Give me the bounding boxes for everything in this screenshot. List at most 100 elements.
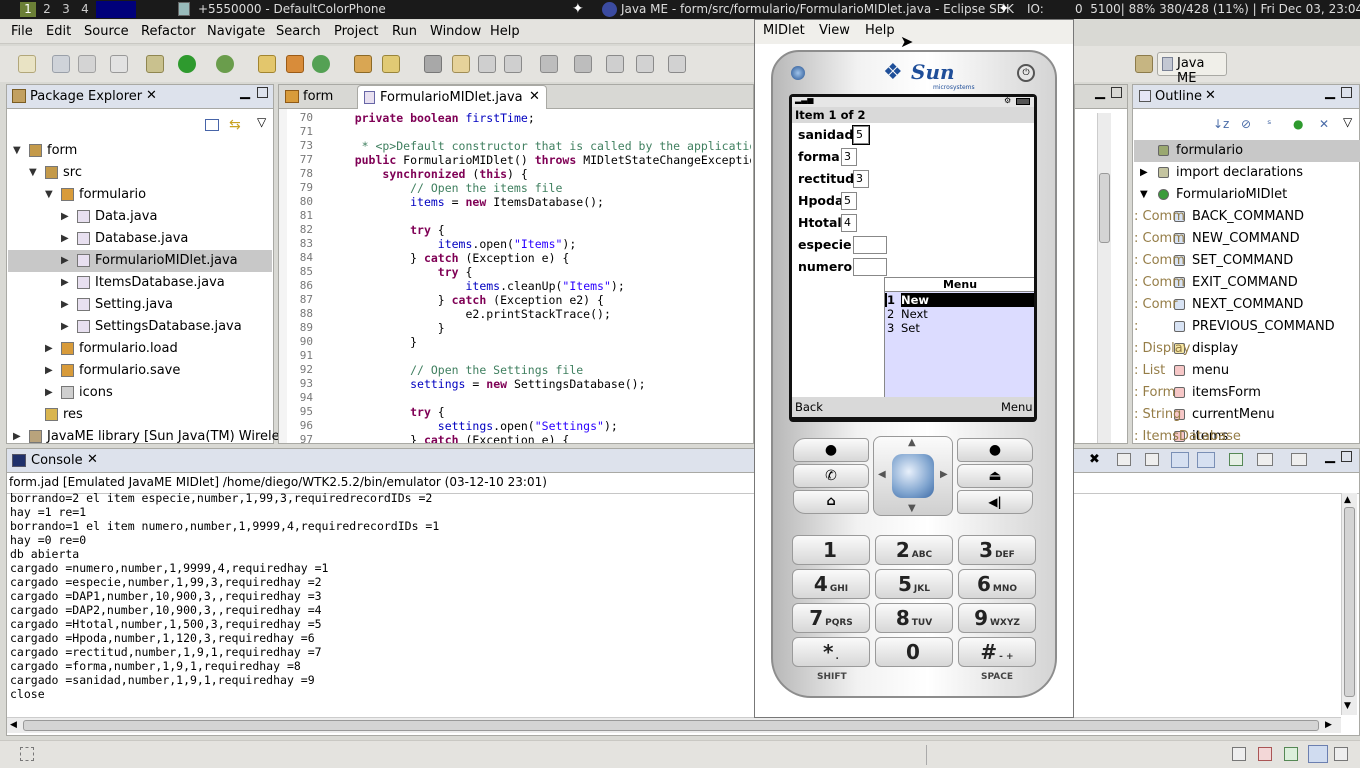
menu-file[interactable]: File	[11, 24, 33, 39]
run-icon[interactable]	[178, 55, 196, 73]
scroll-lock-icon[interactable]	[1171, 452, 1189, 468]
form-field-input[interactable]: 4	[841, 214, 857, 232]
end-call-button[interactable]: ⏏	[957, 464, 1033, 488]
expand-right-icon[interactable]: ▶	[13, 426, 21, 448]
key-5[interactable]: 5 JKL	[875, 569, 953, 599]
outline-item[interactable]: ▶ import declarations	[1134, 162, 1360, 184]
tree-file-formulariomidlet[interactable]: ▶ FormularioMIDlet.java	[8, 250, 272, 272]
menu-view[interactable]: View	[819, 23, 850, 38]
close-icon[interactable]: ✕	[87, 452, 98, 467]
form-field-input[interactable]: 3	[853, 170, 869, 188]
minimize-icon[interactable]: ▁	[1325, 85, 1335, 100]
search-icon[interactable]	[382, 55, 400, 73]
expand-right-icon[interactable]: ▶	[45, 360, 53, 382]
menu-popup-item[interactable]: 2 Next	[885, 307, 1034, 321]
tree-package-load[interactable]: ▶ formulario.load	[8, 338, 272, 360]
hide-static-icon[interactable]: ˢ	[1267, 117, 1271, 131]
pin-console-icon[interactable]	[1229, 453, 1243, 466]
expand-right-icon[interactable]: ▶	[61, 250, 69, 272]
expand-right-icon[interactable]: ▶	[61, 316, 69, 338]
hide-fields-icon[interactable]: ⊘	[1241, 117, 1251, 131]
remove-launch-icon[interactable]	[1117, 453, 1131, 466]
right-arrow-icon[interactable]: ▶	[940, 469, 948, 480]
clear-button[interactable]: ◀|	[957, 490, 1033, 514]
hide-local-types-icon[interactable]: ✕	[1319, 117, 1329, 131]
close-icon[interactable]: ✕	[1205, 88, 1216, 103]
scroll-down-icon[interactable]: ▼	[1344, 701, 1351, 711]
menu-midlet[interactable]: MIDlet	[763, 23, 805, 38]
sort-icon[interactable]: ↓z	[1213, 117, 1229, 131]
menu-window[interactable]: Window	[430, 24, 481, 39]
tree-folder-icons[interactable]: ▶ icons	[8, 382, 272, 404]
terminate-icon[interactable]: ✖	[1089, 452, 1100, 467]
tree-package-formulario[interactable]: ▼ formulario	[8, 184, 272, 206]
open-type-icon[interactable]	[354, 55, 372, 73]
trim-icon[interactable]	[1232, 747, 1246, 761]
workspace-3[interactable]: 3	[58, 2, 74, 17]
code-area[interactable]: 70 private boolean firstTime; 71 73 * <p>D…	[287, 111, 751, 443]
tasks-icon[interactable]	[1284, 747, 1298, 761]
build-icon[interactable]	[110, 55, 128, 73]
debug-icon[interactable]	[146, 55, 164, 73]
view-menu-icon[interactable]: ▽	[1343, 115, 1352, 129]
toggle-icon[interactable]	[478, 55, 496, 73]
package-explorer-tab[interactable]: Package Explorer ✕ ▁	[7, 85, 273, 109]
minimize-icon[interactable]: ▁	[240, 85, 250, 100]
menu-run[interactable]: Run	[392, 24, 417, 39]
tree-folder-res[interactable]: res	[8, 404, 272, 426]
tree-package-save[interactable]: ▶ formulario.save	[8, 360, 272, 382]
key-8[interactable]: 8 TUV	[875, 603, 953, 633]
console-vscroll[interactable]: ▲ ▼	[1341, 493, 1357, 715]
next-annotation-icon[interactable]	[540, 55, 558, 73]
new-icon[interactable]	[18, 55, 36, 73]
console-fast-icon[interactable]	[1308, 745, 1328, 763]
outline-item[interactable]: itemsForm : Form	[1134, 382, 1360, 404]
outline-tab[interactable]: Outline ✕ ▁	[1133, 85, 1359, 109]
display-console-icon[interactable]	[1257, 453, 1273, 466]
console-output[interactable]: borrando=2 el item especie,number,1,99,3…	[10, 491, 1330, 713]
maximize-icon[interactable]	[1341, 451, 1352, 462]
maximize-icon[interactable]	[1111, 87, 1122, 98]
call-button[interactable]: ✆	[793, 464, 869, 488]
tab-form[interactable]: form	[279, 85, 355, 109]
right-softkey-button[interactable]: ●	[957, 438, 1033, 462]
menu-navigate[interactable]: Navigate	[207, 24, 265, 39]
home-button[interactable]: ⌂	[793, 490, 869, 514]
save-icon[interactable]	[52, 55, 70, 73]
key-6[interactable]: 6 MNO	[958, 569, 1036, 599]
console-tab[interactable]: Console ✕ ✖ ▁	[7, 449, 1359, 473]
annotation-icon[interactable]	[424, 55, 442, 73]
menu-source[interactable]: Source	[84, 24, 129, 39]
form-field-input[interactable]: 3	[841, 148, 857, 166]
close-icon[interactable]: ✕	[529, 89, 540, 104]
expand-right-icon[interactable]: ▶	[61, 206, 69, 228]
outline-item[interactable]: BACK_COMMAND : Comm	[1134, 206, 1360, 228]
new-package-icon[interactable]	[286, 55, 304, 73]
expand-right-icon[interactable]: ▶	[61, 228, 69, 250]
key-4[interactable]: 4 GHI	[792, 569, 870, 599]
outline-fast-icon[interactable]	[1334, 747, 1348, 761]
clear-console-icon[interactable]	[1145, 453, 1159, 466]
tab-formulariomidlet[interactable]: FormularioMIDlet.java ✕	[357, 85, 547, 109]
scrollbar-thumb[interactable]	[1344, 507, 1355, 697]
tree-file-data[interactable]: ▶ Data.java	[8, 206, 272, 228]
outline-item[interactable]: EXIT_COMMAND : Comm	[1134, 272, 1360, 294]
key-hash[interactable]: # - +	[958, 637, 1036, 667]
vertical-scrollbar[interactable]	[1097, 113, 1111, 443]
tree-file-setting[interactable]: ▶ Setting.java	[8, 294, 272, 316]
fast-view-icon[interactable]	[20, 747, 34, 761]
view-menu-icon[interactable]: ▽	[257, 115, 266, 129]
scroll-left-icon[interactable]: ◀	[10, 720, 17, 730]
menu-project[interactable]: Project	[334, 24, 378, 39]
menu-popup-item[interactable]: 3 Set	[885, 321, 1034, 335]
scroll-right-icon[interactable]: ▶	[1325, 720, 1332, 730]
show-whitespace-icon[interactable]	[504, 55, 522, 73]
menu-help[interactable]: Help	[865, 23, 895, 38]
outline-item[interactable]: items : ItemsDatabase	[1134, 426, 1360, 448]
expand-down-icon[interactable]: ▼	[1140, 184, 1148, 206]
key-3[interactable]: 3 DEF	[958, 535, 1036, 565]
scroll-up-icon[interactable]: ▲	[1344, 495, 1351, 505]
expand-right-icon[interactable]: ▶	[1140, 162, 1148, 184]
last-edit-icon[interactable]	[606, 55, 624, 73]
hide-nonpublic-icon[interactable]: ●	[1293, 117, 1303, 131]
